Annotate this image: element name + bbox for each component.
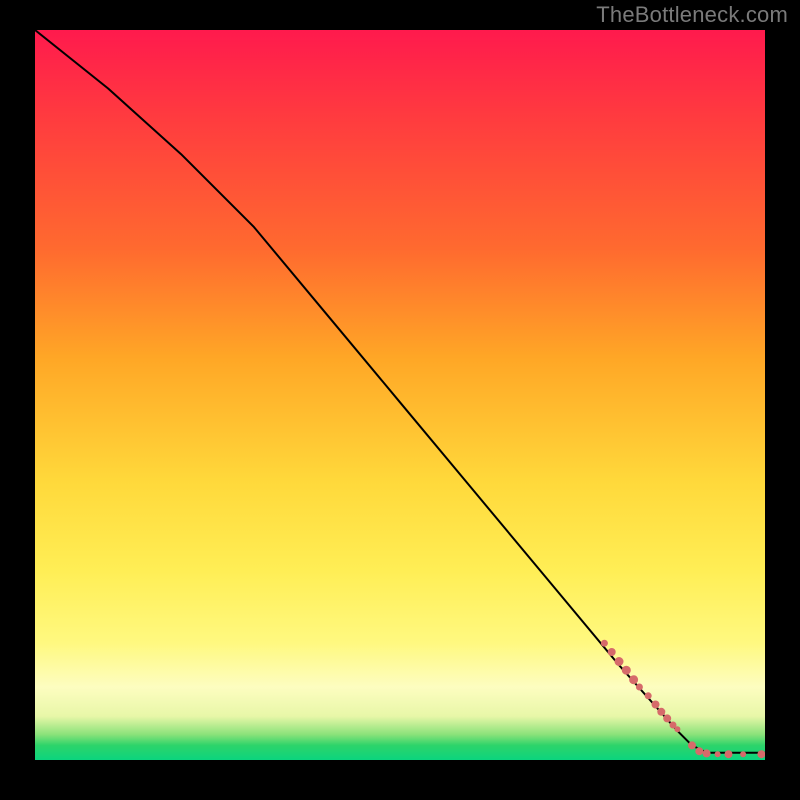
watermark-label: TheBottleneck.com: [596, 2, 788, 28]
data-point: [608, 648, 616, 656]
data-point: [703, 749, 711, 757]
plot-overlay: [35, 30, 765, 760]
data-point: [615, 657, 624, 666]
data-point: [663, 714, 671, 722]
data-point: [688, 741, 696, 749]
bottleneck-curve: [35, 30, 765, 753]
data-point: [740, 751, 746, 757]
data-point: [601, 640, 608, 647]
data-point: [757, 750, 765, 758]
data-point: [715, 751, 721, 757]
data-point: [674, 726, 680, 732]
scatter-markers: [601, 640, 765, 759]
data-point: [622, 666, 631, 675]
data-point: [725, 750, 733, 758]
chart-frame: TheBottleneck.com: [0, 0, 800, 800]
data-point: [695, 747, 703, 755]
data-point: [645, 692, 652, 699]
data-point: [657, 708, 665, 716]
data-point: [636, 684, 643, 691]
data-point: [652, 701, 660, 709]
data-point: [629, 675, 638, 684]
